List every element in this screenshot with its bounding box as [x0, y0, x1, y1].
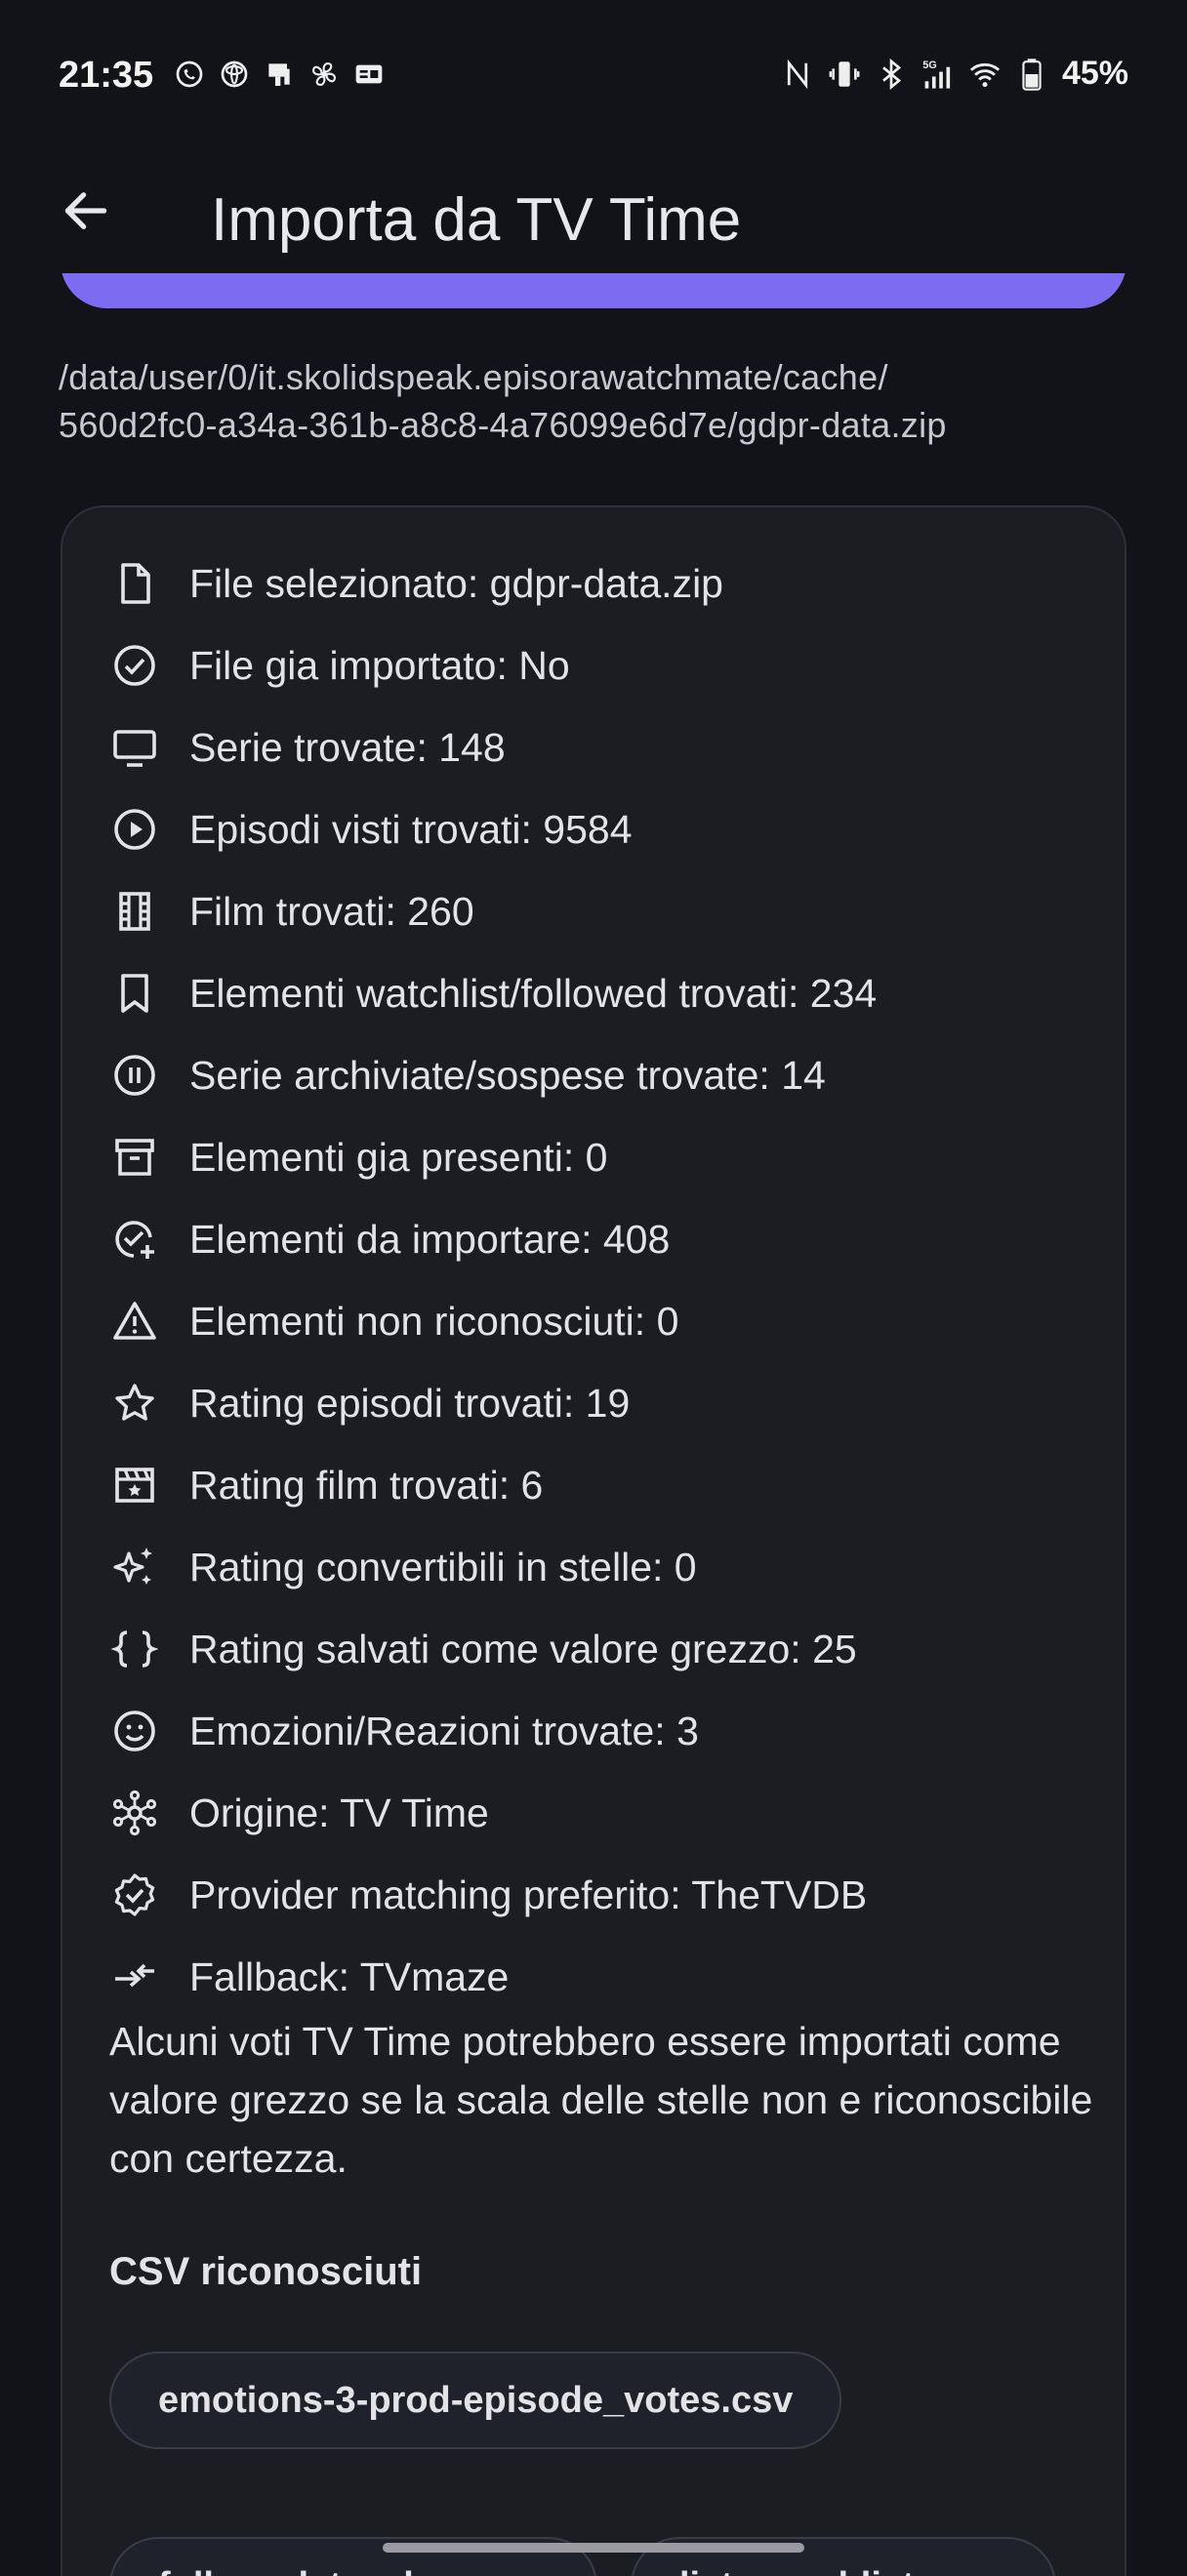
info-text: Rating salvati come valore grezzo: 25 — [189, 1626, 857, 1671]
archive-icon — [107, 1130, 162, 1185]
file-path-line: 560d2fc0-a34a-361b-a8c8-4a76099e6d7e/gdp… — [59, 405, 947, 445]
import-summary-card: File selezionato: gdpr-data.zip File gia… — [61, 505, 1126, 2576]
select-file-button[interactable] — [61, 273, 1126, 308]
home-indicator[interactable] — [383, 2543, 804, 2553]
page-title: Importa da TV Time — [211, 186, 742, 254]
file-icon — [107, 556, 162, 611]
file-path: /data/user/0/it.skolidspeak.episorawatch… — [59, 353, 1132, 449]
info-text: Elementi watchlist/followed trovati: 234 — [189, 970, 878, 1016]
info-row-selected-file: File selezionato: gdpr-data.zip — [107, 543, 877, 624]
play-circle-icon — [107, 802, 162, 857]
file-path-line: /data/user/0/it.skolidspeak.episorawatch… — [59, 357, 888, 397]
warning-icon — [107, 1294, 162, 1348]
info-row-preferred-provider: Provider matching preferito: TheTVDB — [107, 1854, 877, 1936]
bookmark-icon — [107, 966, 162, 1021]
movie-clapper-icon — [107, 1458, 162, 1512]
info-text: Rating episodi trovati: 19 — [189, 1380, 631, 1426]
sparkle-icon — [107, 1540, 162, 1594]
csv-chip[interactable]: emotions-3-prod-episode_votes.csv — [109, 2352, 842, 2449]
bluetooth-icon — [875, 56, 908, 93]
info-row-already-imported: File gia importato: No — [107, 624, 877, 706]
braces-icon — [107, 1622, 162, 1676]
info-row-fallback: Fallback: TVmaze — [107, 1936, 877, 2018]
toyota-icon — [219, 59, 250, 90]
info-text: Elementi da importare: 408 — [189, 1216, 671, 1262]
info-text: Fallback: TVmaze — [189, 1953, 510, 1999]
info-text: Elementi gia presenti: 0 — [189, 1134, 608, 1180]
info-text: File gia importato: No — [189, 642, 570, 688]
id-card-icon — [353, 59, 385, 90]
check-add-icon — [107, 1212, 162, 1267]
info-row-already-present: Elementi gia presenti: 0 — [107, 1116, 877, 1198]
csv-section-heading: CSV riconosciuti — [109, 2250, 423, 2293]
signal-5g-icon: 5G — [921, 56, 955, 93]
info-row-origin: Origine: TV Time — [107, 1772, 877, 1854]
info-text: Provider matching preferito: TheTVDB — [189, 1872, 868, 1917]
info-row-to-import: Elementi da importare: 408 — [107, 1198, 877, 1280]
scroll-content[interactable]: /data/user/0/it.skolidspeak.episorawatch… — [0, 273, 1187, 2576]
check-circle-icon — [107, 638, 162, 693]
pause-circle-icon — [107, 1048, 162, 1103]
smile-icon — [107, 1704, 162, 1758]
info-row-raw-ratings: Rating salvati come valore grezzo: 25 — [107, 1608, 877, 1690]
arrow-back-icon — [64, 192, 107, 229]
info-text: Rating convertibili in stelle: 0 — [189, 1544, 697, 1590]
status-bar: 21:35 5G 45% — [0, 0, 1187, 156]
info-text: Elementi non riconosciuti: 0 — [189, 1298, 679, 1344]
info-text: Film trovati: 260 — [189, 888, 474, 934]
fan-icon — [308, 59, 340, 90]
nfc-icon — [781, 56, 814, 93]
battery-icon — [1015, 56, 1048, 93]
rating-note: Alcuni voti TV Time potrebbero essere im… — [109, 2019, 1093, 2181]
info-text: Rating film trovati: 6 — [189, 1462, 544, 1508]
info-row-episodes-watched: Episodi visti trovati: 9584 — [107, 788, 877, 870]
info-text: File selezionato: gdpr-data.zip — [189, 560, 723, 606]
whatsapp-icon — [174, 59, 205, 90]
import-summary-list: File selezionato: gdpr-data.zip File gia… — [107, 543, 877, 2018]
back-button[interactable] — [51, 176, 121, 246]
status-notification-icons — [174, 59, 385, 90]
svg-text:5G: 5G — [922, 59, 937, 70]
info-row-watchlist: Elementi watchlist/followed trovati: 234 — [107, 952, 877, 1034]
info-text: Serie trovate: 148 — [189, 724, 506, 770]
info-text: Serie archiviate/sospese trovate: 14 — [189, 1052, 826, 1098]
notification-app-icon — [264, 59, 295, 90]
info-row-film-ratings: Rating film trovati: 6 — [107, 1444, 877, 1526]
vibrate-icon — [828, 56, 861, 93]
wifi-icon — [968, 56, 1002, 93]
info-row-unrecognized: Elementi non riconosciuti: 0 — [107, 1280, 877, 1362]
hub-icon — [107, 1786, 162, 1840]
film-icon — [107, 884, 162, 939]
info-text: Episodi visti trovati: 9584 — [189, 806, 633, 852]
info-text: Emozioni/Reazioni trovate: 3 — [189, 1708, 699, 1753]
status-time: 21:35 — [59, 55, 154, 96]
info-row-episode-ratings: Rating episodi trovati: 19 — [107, 1362, 877, 1444]
info-row-emotions: Emozioni/Reazioni trovate: 3 — [107, 1690, 877, 1772]
info-row-films-found: Film trovati: 260 — [107, 870, 877, 952]
fallback-arrow-icon — [107, 1950, 162, 2004]
info-row-archived: Serie archiviate/sospese trovate: 14 — [107, 1034, 877, 1116]
info-row-series-found: Serie trovate: 148 — [107, 706, 877, 788]
battery-percentage: 45% — [1061, 55, 1128, 92]
info-text: Origine: TV Time — [189, 1790, 489, 1835]
app-bar: Importa da TV Time — [0, 156, 1187, 273]
info-row-convertible-ratings: Rating convertibili in stelle: 0 — [107, 1526, 877, 1608]
star-icon — [107, 1376, 162, 1430]
status-system-icons: 5G 45% — [781, 55, 1128, 93]
tv-icon — [107, 720, 162, 775]
verified-icon — [107, 1868, 162, 1922]
